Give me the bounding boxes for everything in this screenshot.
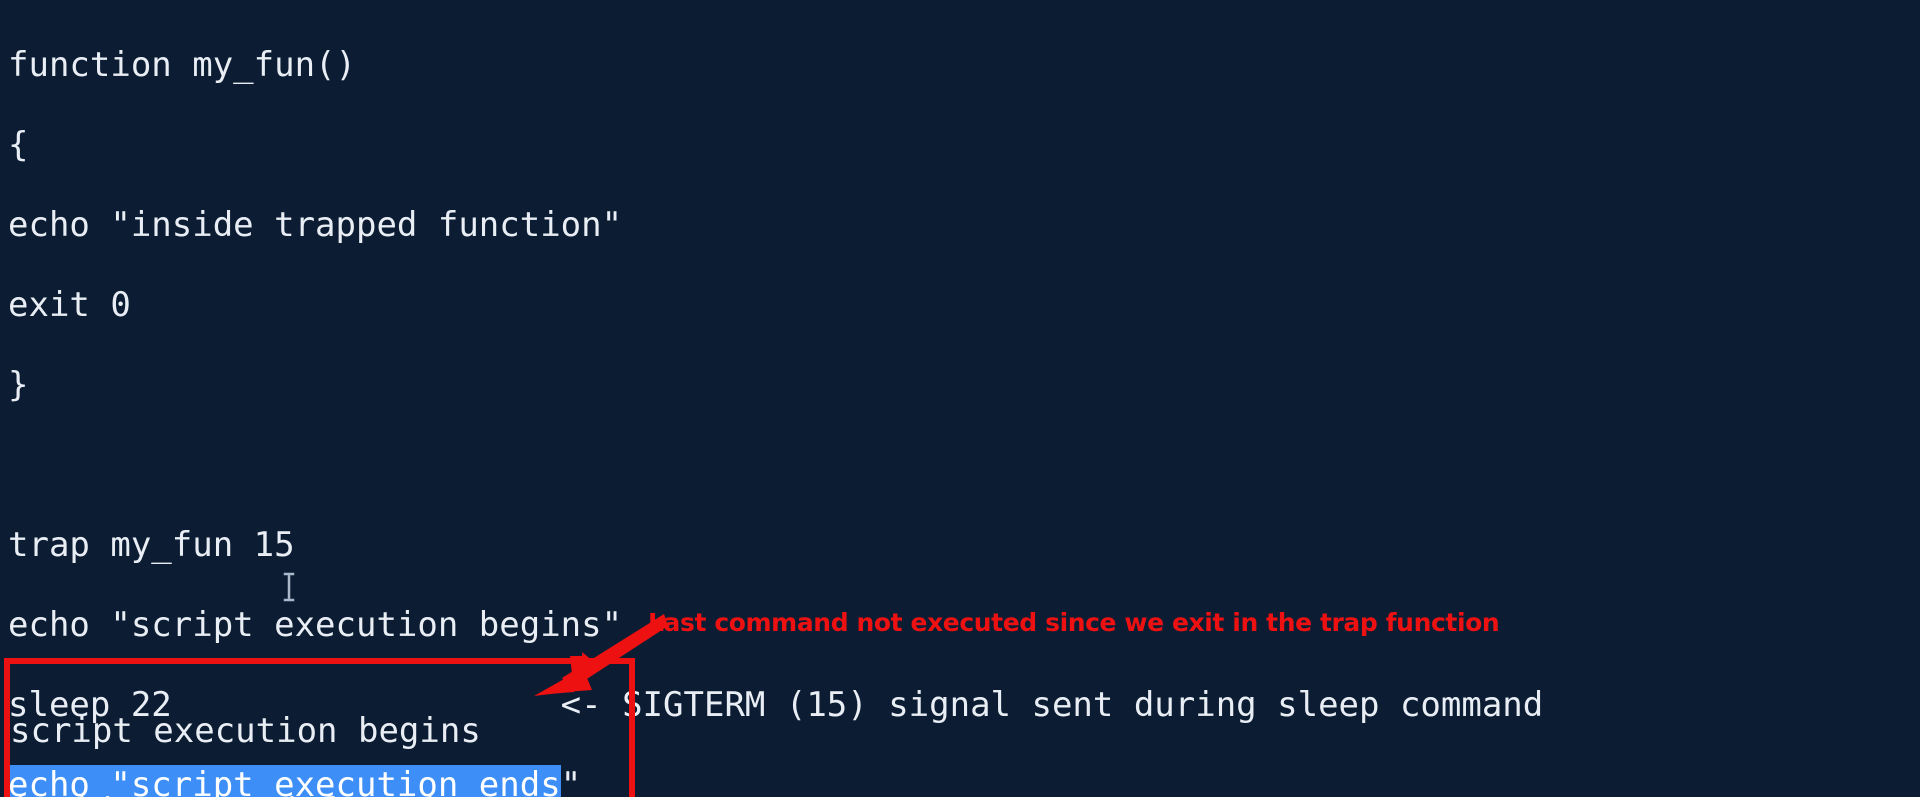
code-line[interactable]: { — [8, 124, 1920, 166]
code-line-text: trap my_fun 15 — [8, 525, 295, 565]
code-line-text: echo "script execution begins" — [8, 605, 623, 645]
code-line[interactable]: trap my_fun 15 — [8, 524, 1920, 566]
annotation-callout-text: Last command not executed since we exit … — [648, 608, 1500, 637]
output-line: script execution begins — [10, 710, 910, 752]
output-line: inside trapped function — [10, 790, 910, 797]
code-line[interactable]: } — [8, 364, 1920, 406]
output-line-text: script execution begins — [10, 711, 481, 751]
terminal-screenshot: function my_fun() { echo "inside trapped… — [0, 0, 1920, 797]
code-line-blank[interactable] — [8, 444, 1920, 486]
code-line[interactable]: function my_fun() — [8, 44, 1920, 86]
code-line-text: function my_fun() — [8, 45, 356, 85]
code-line-text: exit 0 — [8, 285, 131, 325]
code-line[interactable]: echo "inside trapped function" — [8, 204, 1920, 246]
code-line-text: { — [8, 125, 29, 165]
code-line[interactable]: exit 0 — [8, 284, 1920, 326]
code-line-text: echo "inside trapped function" — [8, 205, 623, 245]
output-line-text: inside trapped function — [10, 791, 481, 797]
code-line-text: } — [8, 365, 29, 405]
program-output: script execution begins inside trapped f… — [10, 672, 910, 797]
